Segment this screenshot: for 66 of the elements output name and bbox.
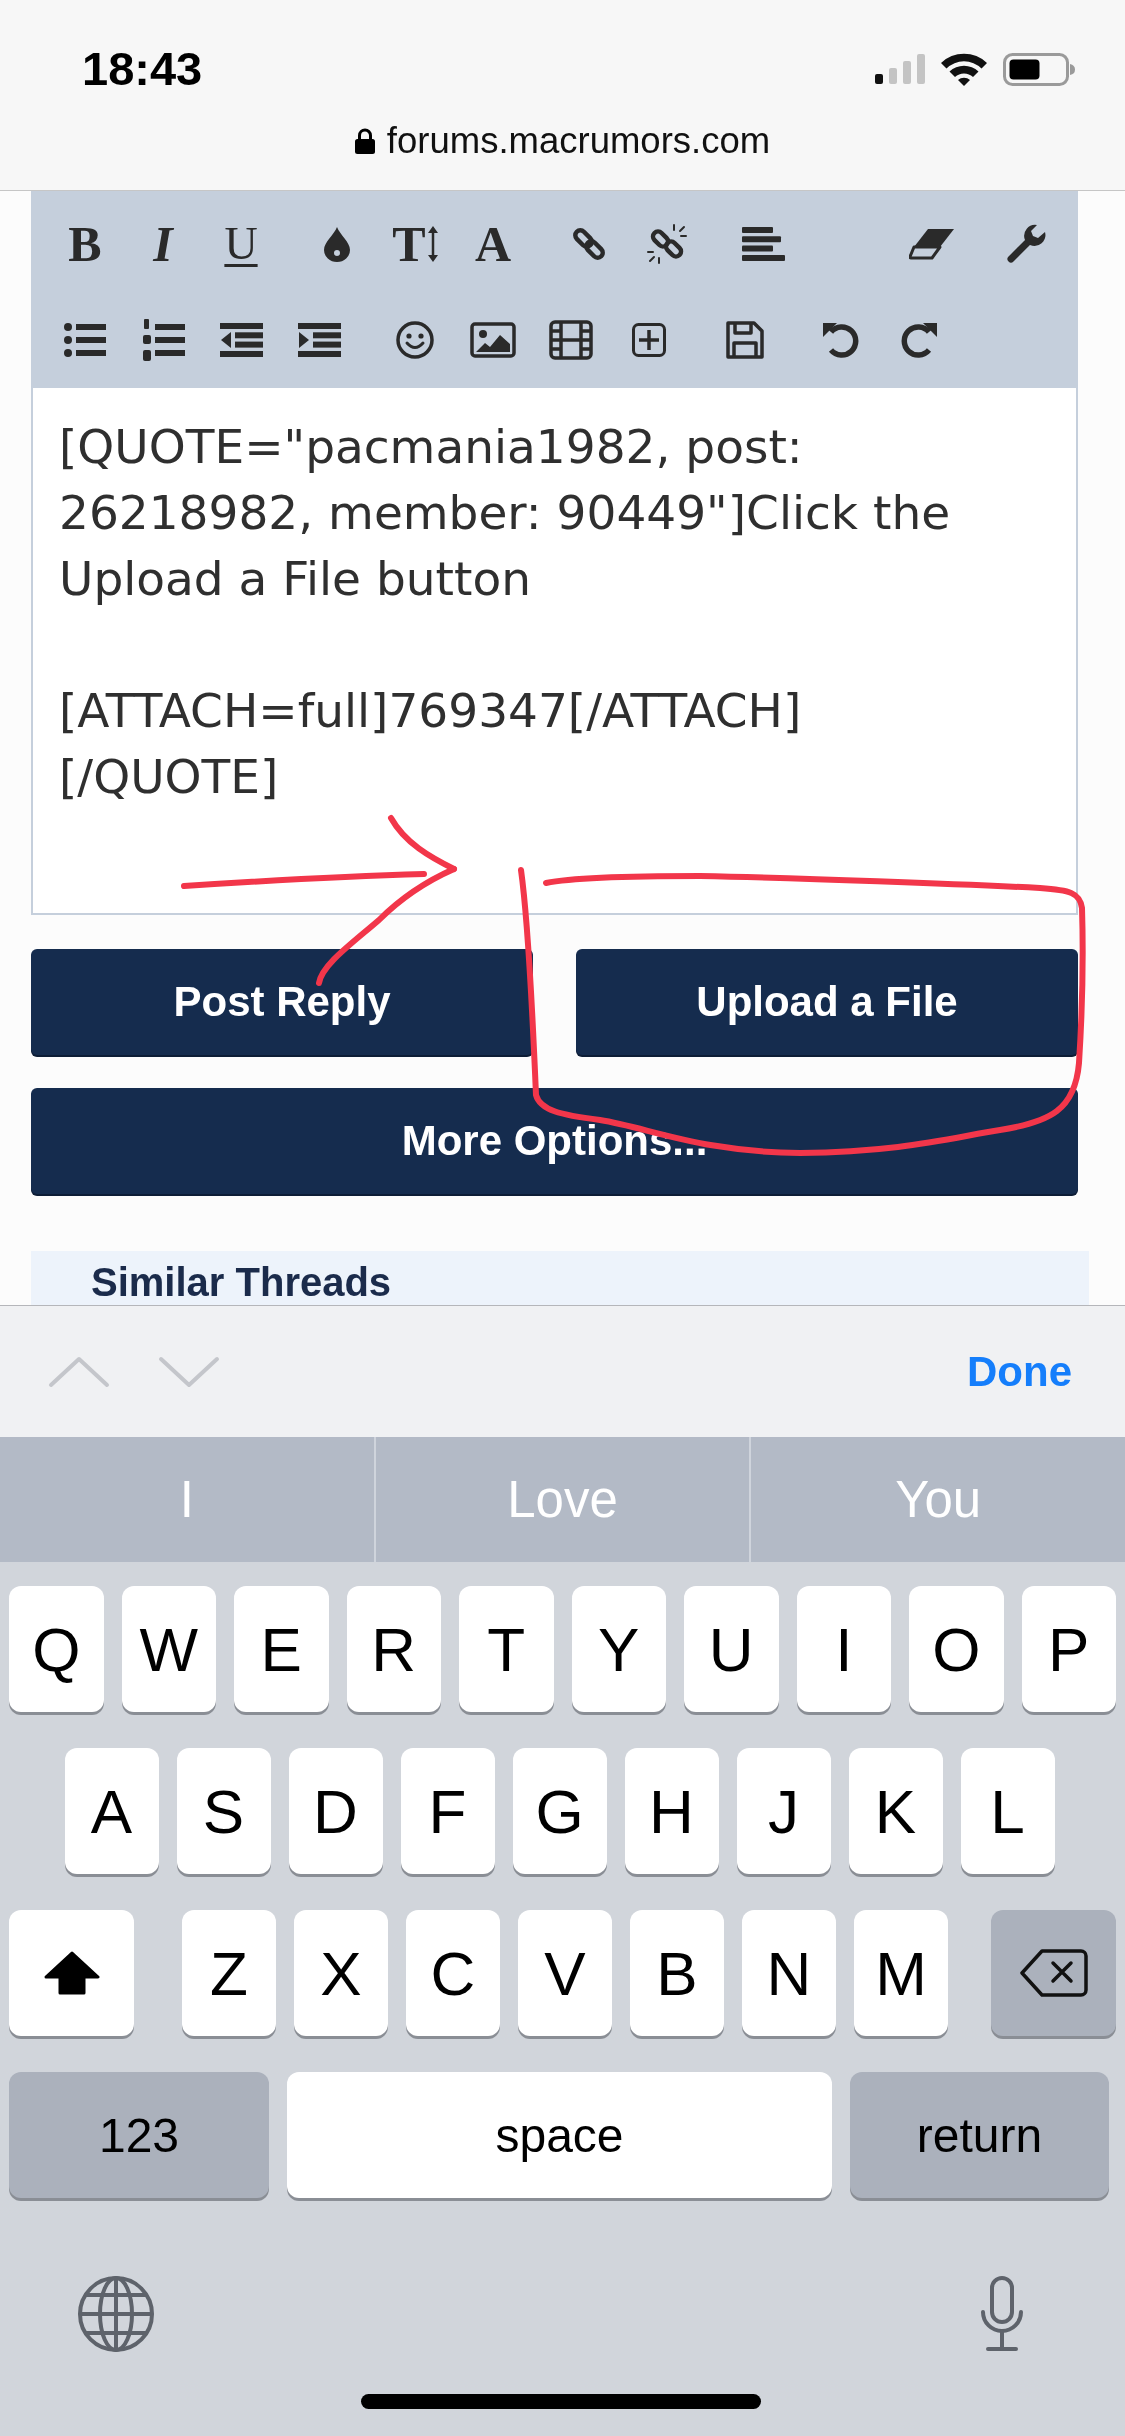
letter-key[interactable]: N [742,1910,836,2036]
plus-box-icon[interactable] [632,323,666,357]
space-key[interactable]: space [287,2072,832,2198]
bullet-list-icon[interactable] [64,323,106,357]
letter-key[interactable]: F [400,1748,495,1874]
letter-key[interactable]: M [854,1910,948,2036]
font-button[interactable]: A [474,219,512,269]
numbered-list-icon[interactable] [141,319,185,361]
letter-key[interactable]: Z [182,1910,276,2036]
smiley-icon[interactable] [396,321,434,359]
letter-key[interactable]: B [630,1910,724,2036]
battery-icon [1003,52,1075,86]
letter-key[interactable]: T [459,1586,554,1712]
backspace-key[interactable] [991,1910,1116,2036]
link-icon[interactable] [570,225,608,263]
letter-key[interactable]: W [121,1586,216,1712]
letter-key[interactable]: A [64,1748,159,1874]
drop-icon[interactable] [324,226,350,262]
letter-key[interactable]: Q [9,1586,104,1712]
image-icon[interactable] [470,322,516,358]
signal-icon [875,54,925,84]
backspace-icon [1019,1949,1088,1997]
shift-key[interactable] [9,1910,134,2036]
action-button[interactable]: More Options... [31,1088,1078,1194]
film-icon[interactable] [549,320,593,360]
letter-key[interactable]: V [518,1910,612,2036]
action-button[interactable]: Upload a File [576,949,1078,1055]
redo-icon[interactable] [900,321,938,359]
letter-key[interactable]: L [960,1748,1055,1874]
wifi-icon [941,52,987,86]
letter-key[interactable]: U [684,1586,779,1712]
letter-key[interactable]: C [406,1910,500,2036]
letter-key[interactable]: K [848,1748,943,1874]
letter-key[interactable]: E [234,1586,329,1712]
up-down-arrow-icon [427,226,438,262]
numbers-key[interactable]: 123 [9,2072,269,2198]
wrench-icon[interactable] [1006,224,1046,264]
message-field[interactable]: [QUOTE="pacmania1982, post: 26218982, member: 90449"]Click the Upload a File button [ATTACH=full]769347[/ATTACH] [/QUOTE] [31,388,1078,915]
font-size-button[interactable]: T [392,219,438,269]
status-time: 18:43 [82,44,203,94]
letter-key[interactable]: D [288,1748,383,1874]
letter-key[interactable]: I [796,1586,891,1712]
letter-key[interactable]: O [909,1586,1004,1712]
outdent-icon[interactable] [219,323,263,357]
url-text[interactable]: forums.macrumors.com [386,116,771,166]
letter-key[interactable]: J [736,1748,831,1874]
indent-icon[interactable] [297,323,341,357]
underline-button[interactable]: U [224,221,258,267]
action-button[interactable]: Post Reply [31,949,533,1055]
return-key[interactable]: return [850,2072,1109,2198]
unlink-icon[interactable] [647,224,687,264]
undo-icon[interactable] [822,321,860,359]
letter-key[interactable]: R [346,1586,441,1712]
letter-key[interactable]: X [294,1910,388,2036]
similar-threads-title: Similar Threads [91,1259,392,1305]
letter-key[interactable]: H [624,1748,719,1874]
microphone-icon[interactable] [979,2276,1025,2352]
letter-key[interactable]: Y [571,1586,666,1712]
align-left-icon[interactable] [741,227,785,261]
eraser-icon[interactable] [909,228,955,260]
letter-key[interactable]: S [176,1748,271,1874]
bold-button[interactable]: B [68,219,102,269]
letter-key[interactable]: P [1021,1586,1116,1712]
italic-button[interactable]: I [153,219,173,269]
letter-key[interactable]: G [512,1748,607,1874]
globe-icon[interactable] [77,2275,155,2353]
